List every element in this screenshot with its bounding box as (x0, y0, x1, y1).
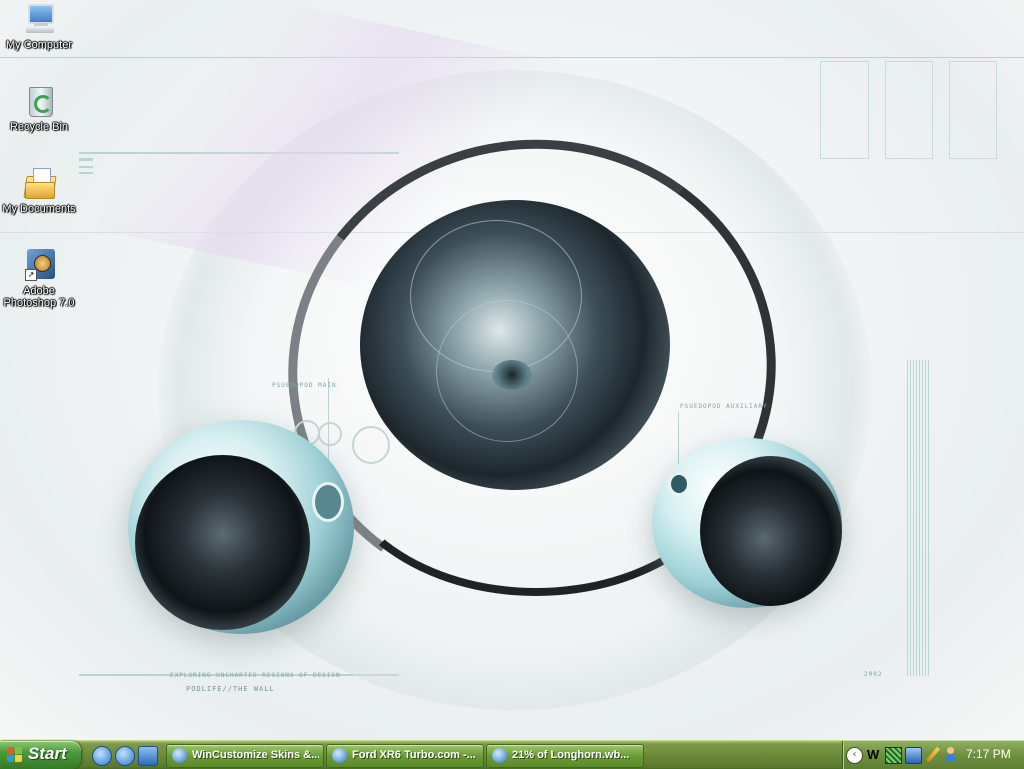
wallpaper-line (79, 166, 93, 168)
task-button-label: WinCustomize Skins &... (192, 749, 319, 761)
task-button-label: Ford XR6 Turbo.com -... (352, 749, 476, 761)
desktop-wallpaper: PSUEDOPOD MAIN PSUEDOPOD AUXILIARY EXPLO… (0, 0, 1024, 740)
wallpaper-box (885, 61, 933, 159)
task-button-label: 21% of Longhorn.wb... (512, 749, 630, 761)
shortcut-arrow-icon: ↗ (25, 269, 37, 281)
wallpaper-core-eye (492, 360, 532, 390)
start-button[interactable]: Start (0, 741, 81, 769)
wallpaper-line (79, 158, 93, 161)
w-app-icon[interactable]: W (867, 747, 882, 762)
desktop-icon-label: Recycle Bin (9, 121, 69, 133)
wallpaper-right-pod-lens (700, 456, 842, 606)
network-grid-icon[interactable] (885, 747, 902, 764)
desktop-icon-label: Adobe Photoshop 7.0 (3, 285, 75, 309)
wallpaper-line (79, 172, 93, 174)
wallpaper-small-ring (352, 426, 390, 464)
taskbar-clock[interactable]: 7:17 PM (966, 747, 1011, 761)
recycle-bin-icon (22, 84, 56, 118)
wallpaper-box (820, 61, 869, 159)
photoshop-icon: ↗ (22, 248, 56, 282)
task-button-ford-xr6[interactable]: Ford XR6 Turbo.com -... (326, 744, 484, 768)
wallpaper-tagline: EXPLORING UNCHARTED REGIONS OF DESIGN (170, 672, 341, 679)
desktop-icon-label: My Computer (5, 39, 73, 51)
windows-flag-icon (7, 747, 23, 763)
task-button-wincustomize[interactable]: WinCustomize Skins &... (166, 744, 324, 768)
wallpaper-title: PODLIFE//THE WALL (186, 685, 275, 693)
wallpaper-striped-bar (907, 360, 931, 676)
taskbar: Start WinCustomize Skins &... Ford XR6 T… (0, 740, 1024, 769)
wallpaper-box (949, 61, 997, 159)
internet-explorer-icon[interactable] (92, 746, 112, 766)
internet-explorer-icon (492, 748, 507, 763)
wallpaper-label-right: PSUEDOPOD AUXILIARY (680, 403, 768, 410)
desktop-icon-recycle-bin[interactable]: Recycle Bin (0, 84, 78, 133)
desktop-icon-my-computer[interactable]: My Computer (0, 2, 78, 51)
desktop-icon-my-documents[interactable]: My Documents (0, 166, 78, 215)
internet-explorer-icon[interactable] (115, 746, 135, 766)
start-label: Start (28, 744, 67, 763)
pencil-icon[interactable] (925, 746, 940, 763)
task-button-longhorn-download[interactable]: 21% of Longhorn.wb... (486, 744, 644, 768)
wallpaper-label-left: PSUEDOPOD MAIN (272, 382, 337, 389)
wallpaper-small-ring (318, 422, 342, 446)
my-computer-icon (22, 2, 56, 36)
wallpaper-year: 2002 (864, 671, 883, 678)
wallpaper-right-pod-port (668, 472, 690, 496)
show-desktop-icon[interactable] (138, 746, 158, 766)
user-icon[interactable] (943, 747, 958, 762)
desktop-icon-adobe-photoshop[interactable]: ↗ Adobe Photoshop 7.0 (0, 248, 78, 309)
wallpaper-left-pod-port (312, 482, 344, 522)
internet-explorer-icon (172, 748, 187, 763)
chevron-left-icon[interactable]: ‹ (846, 747, 863, 764)
network-icon[interactable] (905, 747, 922, 764)
desktop-icon-label: My Documents (2, 203, 76, 215)
my-documents-icon (22, 166, 57, 200)
wallpaper-left-pod-lens (135, 455, 310, 630)
internet-explorer-icon (332, 748, 347, 763)
